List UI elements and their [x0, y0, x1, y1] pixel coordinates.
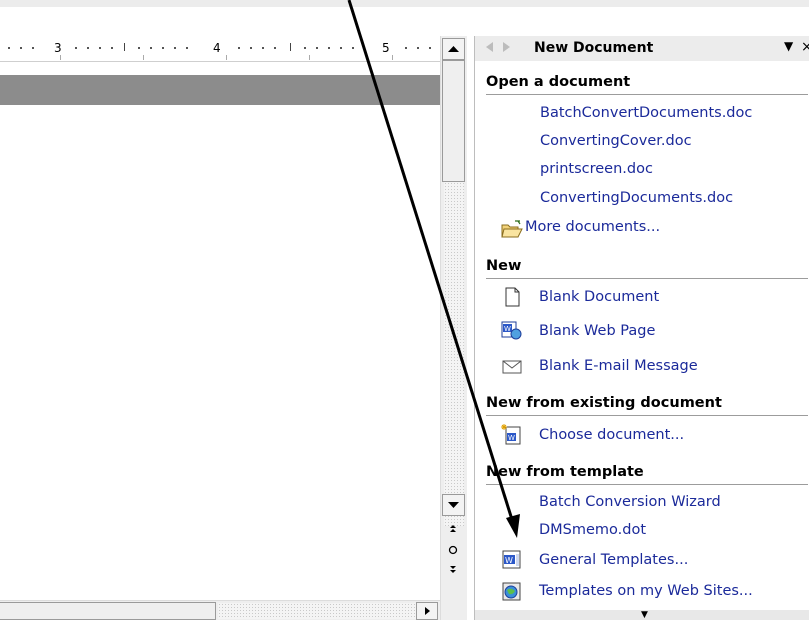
ruler-dot	[238, 47, 240, 49]
ruler-tab-mark	[226, 55, 227, 60]
next-page-icon[interactable]	[446, 563, 460, 577]
ruler-dot	[138, 47, 140, 49]
select-browse-object-icon[interactable]	[446, 543, 460, 557]
more-documents-link[interactable]: More documents...	[525, 219, 660, 235]
scroll-down-button[interactable]	[442, 494, 465, 516]
section-title-new: New	[486, 258, 522, 274]
pane-menu-icon[interactable]: ▼	[784, 39, 793, 53]
web-templates-link[interactable]: Templates on my Web Sites...	[539, 583, 753, 599]
horizontal-ruler[interactable]: 3 4 5	[0, 36, 440, 62]
document-page[interactable]	[0, 105, 440, 600]
top-strip	[0, 0, 809, 7]
document-margin-band	[0, 75, 440, 105]
section-divider	[486, 278, 808, 279]
section-divider	[486, 415, 808, 416]
forward-arrow-icon[interactable]	[501, 40, 513, 57]
ruler-number: 5	[382, 41, 390, 55]
ruler-dot	[174, 47, 176, 49]
ruler-dot	[274, 47, 276, 49]
choose-document-link[interactable]: Choose document...	[539, 427, 684, 443]
scroll-up-button[interactable]	[442, 38, 465, 60]
back-arrow-icon[interactable]	[483, 40, 495, 57]
task-pane-title: New Document	[534, 40, 654, 56]
word-template-icon: W	[501, 550, 523, 570]
ruler-dot	[405, 47, 407, 49]
down-arrow-icon	[448, 502, 459, 508]
task-pane: New Document ▼ × Open a document BatchCo…	[474, 36, 809, 620]
ruler-dot	[99, 47, 101, 49]
email-envelope-icon	[501, 357, 523, 377]
ruler-dot	[417, 47, 419, 49]
ruler-tick	[290, 43, 291, 51]
ruler-dot	[75, 47, 77, 49]
blank-document-icon	[502, 287, 524, 307]
globe-template-icon	[501, 582, 523, 602]
ruler-tab-mark	[309, 55, 310, 60]
svg-text:W: W	[504, 325, 511, 333]
horizontal-scroll-track[interactable]	[218, 603, 416, 619]
template-link[interactable]: Batch Conversion Wizard	[539, 494, 721, 510]
section-title-open: Open a document	[486, 74, 631, 90]
pane-close-icon[interactable]: ×	[801, 39, 809, 55]
up-arrow-icon	[448, 46, 459, 52]
pane-down-arrow-icon: ▼	[641, 610, 648, 620]
ruler-number: 3	[54, 41, 62, 55]
ruler-tick	[124, 43, 125, 51]
scroll-right-button[interactable]	[416, 602, 438, 620]
ruler-tab-mark	[143, 55, 144, 60]
ruler-number: 4	[213, 41, 221, 55]
general-templates-link[interactable]: General Templates...	[539, 552, 688, 568]
choose-document-icon: W	[501, 424, 523, 445]
section-divider	[486, 94, 808, 95]
ruler-tab-mark	[392, 55, 393, 60]
blank-document-link[interactable]: Blank Document	[539, 289, 659, 305]
ruler-dot	[150, 47, 152, 49]
right-arrow-icon	[425, 607, 430, 615]
recent-document-link[interactable]: ConvertingDocuments.doc	[540, 190, 733, 206]
ruler-dot	[111, 47, 113, 49]
recent-document-link[interactable]: BatchConvertDocuments.doc	[540, 105, 752, 121]
ruler-dot	[316, 47, 318, 49]
open-folder-icon	[501, 220, 523, 240]
section-title-template: New from template	[486, 464, 644, 480]
svg-text:W: W	[508, 434, 515, 442]
blank-email-link[interactable]: Blank E-mail Message	[539, 358, 698, 374]
pane-scroll-down[interactable]: ▼	[475, 610, 809, 620]
vertical-scrollbar[interactable]	[440, 36, 467, 620]
ruler-dot	[262, 47, 264, 49]
ruler-dot	[32, 47, 34, 49]
recent-document-link[interactable]: ConvertingCover.doc	[540, 133, 692, 149]
ruler-dot	[328, 47, 330, 49]
blank-web-page-link[interactable]: Blank Web Page	[539, 323, 655, 339]
ruler-dot	[186, 47, 188, 49]
horizontal-scrollbar[interactable]	[0, 600, 440, 620]
horizontal-scroll-thumb[interactable]	[0, 602, 216, 620]
ruler-dot	[87, 47, 89, 49]
svg-text:W: W	[505, 556, 513, 565]
ruler-dot	[250, 47, 252, 49]
template-link[interactable]: DMSmemo.dot	[539, 522, 646, 538]
task-pane-header: New Document ▼ ×	[475, 36, 809, 61]
ruler-dot	[304, 47, 306, 49]
ruler-dot	[162, 47, 164, 49]
recent-document-link[interactable]: printscreen.doc	[540, 161, 653, 177]
ruler-dot	[352, 47, 354, 49]
section-divider	[486, 484, 808, 485]
ruler-dot	[20, 47, 22, 49]
scroll-thumb[interactable]	[442, 60, 465, 182]
ruler-dot	[8, 47, 10, 49]
ruler-dot	[429, 47, 431, 49]
ruler-dot	[340, 47, 342, 49]
web-page-icon: W	[501, 321, 523, 341]
ruler-tab-mark	[60, 55, 61, 60]
section-title-existing: New from existing document	[486, 395, 722, 411]
previous-page-icon[interactable]	[446, 522, 460, 536]
